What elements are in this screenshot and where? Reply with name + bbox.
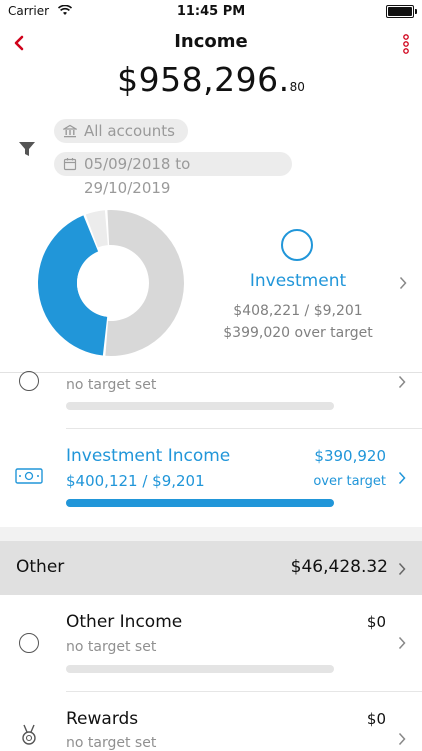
clock: 11:45 PM <box>176 4 246 19</box>
date-range-filter-chip[interactable]: 05/09/2018 to 29/10/2019 <box>54 152 292 197</box>
list-item-name: Other Income <box>66 612 183 632</box>
category-ring-icon <box>19 371 39 391</box>
filter-icon[interactable] <box>18 140 36 158</box>
medal-icon <box>22 724 36 745</box>
chevron-right-icon <box>398 471 406 485</box>
list-item-progress-text: $400,121 / $9,201 <box>66 472 205 490</box>
list-item-sub: no target set <box>66 639 157 655</box>
accounts-filter-chip[interactable]: All accounts <box>54 119 188 143</box>
page-title: Income <box>174 31 248 52</box>
progress-bar <box>66 665 334 673</box>
bank-icon <box>63 124 77 138</box>
list-item-amount: $390,920 <box>314 447 386 465</box>
total-amount-major: $958,296. <box>117 60 290 99</box>
list-item-partial[interactable]: no target set <box>0 371 422 428</box>
list-item-sub: no target set <box>66 377 157 393</box>
chevron-right-icon <box>398 732 406 746</box>
cash-icon <box>15 468 43 484</box>
list-item-sub: no target set <box>66 735 157 751</box>
total-amount: $958,296.80 <box>0 60 422 99</box>
income-donut-chart[interactable] <box>36 208 186 358</box>
selected-category-name: Investment <box>249 271 347 291</box>
date-range-filter-label: 05/09/2018 to 29/10/2019 <box>84 155 191 197</box>
selected-category-over-target: $399,020 over target <box>223 325 373 341</box>
battery-icon <box>386 5 417 18</box>
selected-category-progress: $408,221 / $9,201 <box>233 303 363 319</box>
chevron-right-icon <box>398 562 406 576</box>
accounts-filter-label: All accounts <box>84 122 175 140</box>
summary-chevron-right-icon[interactable] <box>399 276 407 290</box>
category-ring-icon <box>19 633 39 653</box>
chevron-right-icon <box>398 375 406 389</box>
list-item-amount: $0 <box>366 710 386 728</box>
status-bar: Carrier 11:45 PM <box>0 0 422 22</box>
list-item-investment-income[interactable]: Investment Income $390,920 $400,121 / $9… <box>0 429 422 527</box>
group-label: Other <box>16 557 65 577</box>
progress-bar <box>66 499 334 507</box>
investment-category-icon <box>281 229 313 261</box>
list-item-rewards[interactable]: Rewards $0 no target set <box>0 692 422 751</box>
list-item-other-income[interactable]: Other Income $0 no target set <box>0 595 422 691</box>
more-options-icon[interactable] <box>402 34 410 54</box>
group-amount: $46,428.32 <box>290 557 388 577</box>
donut-hole <box>77 249 145 317</box>
calendar-icon <box>63 158 77 171</box>
list-item-name: Investment Income <box>66 446 231 466</box>
progress-bar <box>66 402 334 410</box>
list-item-over-target: over target <box>313 474 386 489</box>
progress-bar-fill <box>66 499 334 507</box>
section-gap <box>0 527 422 541</box>
total-amount-cents: 80 <box>289 80 305 94</box>
list-item-name: Rewards <box>66 709 139 729</box>
list-item-amount: $0 <box>366 613 386 631</box>
chevron-right-icon <box>398 636 406 650</box>
group-header-other[interactable]: Other $46,428.32 <box>0 541 422 595</box>
